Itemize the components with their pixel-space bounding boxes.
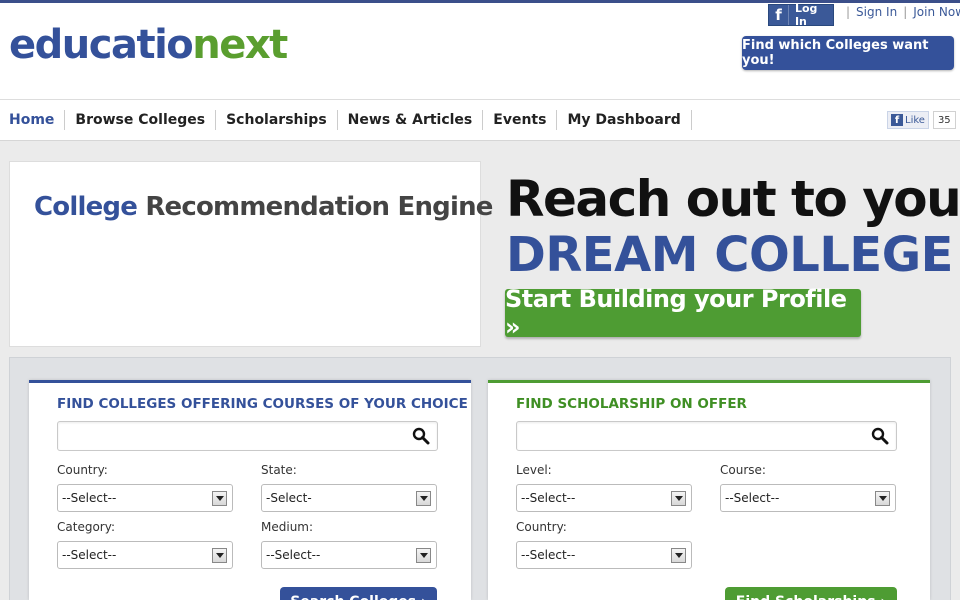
chevron-down-icon: [212, 548, 227, 563]
medium-label: Medium:: [261, 520, 314, 534]
recommendation-engine-title: College Recommendation Engine: [34, 192, 493, 222]
facebook-like-button[interactable]: f Like: [887, 111, 929, 129]
engine-title-college: College: [34, 192, 138, 222]
country-label: Country:: [57, 463, 108, 477]
medium-select-value: --Select--: [266, 548, 321, 562]
site-header: educationext f Log In | Sign In | Join N…: [0, 2, 960, 99]
account-links: | Sign In | Join Now: [840, 5, 960, 19]
hero-headline: Reach out to your: [506, 170, 960, 228]
country-select-value: --Select--: [62, 491, 117, 505]
facebook-like-count: 35: [932, 111, 956, 129]
country-select[interactable]: --Select--: [57, 484, 233, 512]
category-select[interactable]: --Select--: [57, 541, 233, 569]
logo-text-education: educatio: [9, 22, 194, 68]
find-scholarship-heading: FIND SCHOLARSHIP ON OFFER: [516, 396, 747, 412]
facebook-like-widget: f Like 35: [887, 111, 956, 129]
scholarship-search-input[interactable]: [517, 422, 857, 450]
separator: |: [846, 5, 851, 19]
chevron-down-icon: [416, 548, 431, 563]
course-select[interactable]: --Select--: [720, 484, 896, 512]
facebook-icon: f: [891, 114, 903, 126]
scholarship-country-select[interactable]: --Select--: [516, 541, 692, 569]
nav-item-my-dashboard[interactable]: My Dashboard: [557, 110, 692, 130]
state-select-value: -Select-: [266, 491, 312, 505]
find-colleges-panel: FIND COLLEGES OFFERING COURSES OF YOUR C…: [29, 380, 471, 600]
search-icon[interactable]: [871, 427, 889, 445]
separator: |: [903, 5, 908, 19]
join-now-link[interactable]: Join Now: [913, 5, 960, 19]
start-building-profile-button[interactable]: Start Building your Profile »: [505, 285, 861, 341]
college-search-input[interactable]: [58, 422, 398, 450]
find-scholarship-panel: FIND SCHOLARSHIP ON OFFER Level: --Selec…: [488, 380, 930, 600]
search-colleges-button[interactable]: Search Colleges ›: [280, 587, 437, 600]
category-select-value: --Select--: [62, 548, 117, 562]
facebook-login-label: Log In: [794, 2, 818, 28]
scholarship-country-select-value: --Select--: [521, 548, 576, 562]
main-navigation: Home Browse Colleges Scholarships News &…: [0, 99, 960, 141]
level-select[interactable]: --Select--: [516, 484, 692, 512]
nav-item-home[interactable]: Home: [0, 110, 66, 130]
find-scholarships-button[interactable]: Find Scholarships ›: [725, 587, 897, 600]
course-select-value: --Select--: [725, 491, 780, 505]
college-search-field[interactable]: [57, 421, 438, 451]
course-label: Course:: [720, 463, 766, 477]
nav-item-events[interactable]: Events: [483, 110, 558, 130]
logo-text-next: next: [192, 22, 288, 68]
find-colleges-want-you-button[interactable]: Find which Colleges want you!: [742, 36, 954, 70]
hero-subheadline: DREAM COLLEGE: [506, 227, 953, 283]
search-icon[interactable]: [412, 427, 430, 445]
chevron-down-icon: [875, 491, 890, 506]
nav-item-scholarships[interactable]: Scholarships: [216, 110, 338, 130]
sign-in-link[interactable]: Sign In: [856, 5, 897, 19]
chevron-down-icon: [671, 491, 686, 506]
recommendation-engine-banner[interactable]: College Recommendation Engine: [9, 161, 493, 347]
chevron-down-icon: [416, 491, 431, 506]
chevron-down-icon: [212, 491, 227, 506]
scholarship-country-label: Country:: [516, 520, 567, 534]
find-colleges-heading: FIND COLLEGES OFFERING COURSES OF YOUR C…: [57, 396, 468, 412]
nav-item-news-articles[interactable]: News & Articles: [338, 110, 484, 130]
level-label: Level:: [516, 463, 552, 477]
chevron-down-icon: [671, 548, 686, 563]
nav-item-browse-colleges[interactable]: Browse Colleges: [65, 110, 217, 130]
scholarship-search-field[interactable]: [516, 421, 897, 451]
facebook-like-label: Like: [905, 114, 925, 126]
category-label: Category:: [57, 520, 115, 534]
medium-select[interactable]: --Select--: [261, 541, 437, 569]
level-select-value: --Select--: [521, 491, 576, 505]
state-select[interactable]: -Select-: [261, 484, 437, 512]
site-logo[interactable]: educationext: [9, 21, 288, 69]
engine-title-rest: Recommendation Engine: [145, 192, 493, 222]
facebook-login-button[interactable]: f Log In: [768, 2, 834, 28]
facebook-icon: f: [769, 5, 789, 25]
state-label: State:: [261, 463, 297, 477]
